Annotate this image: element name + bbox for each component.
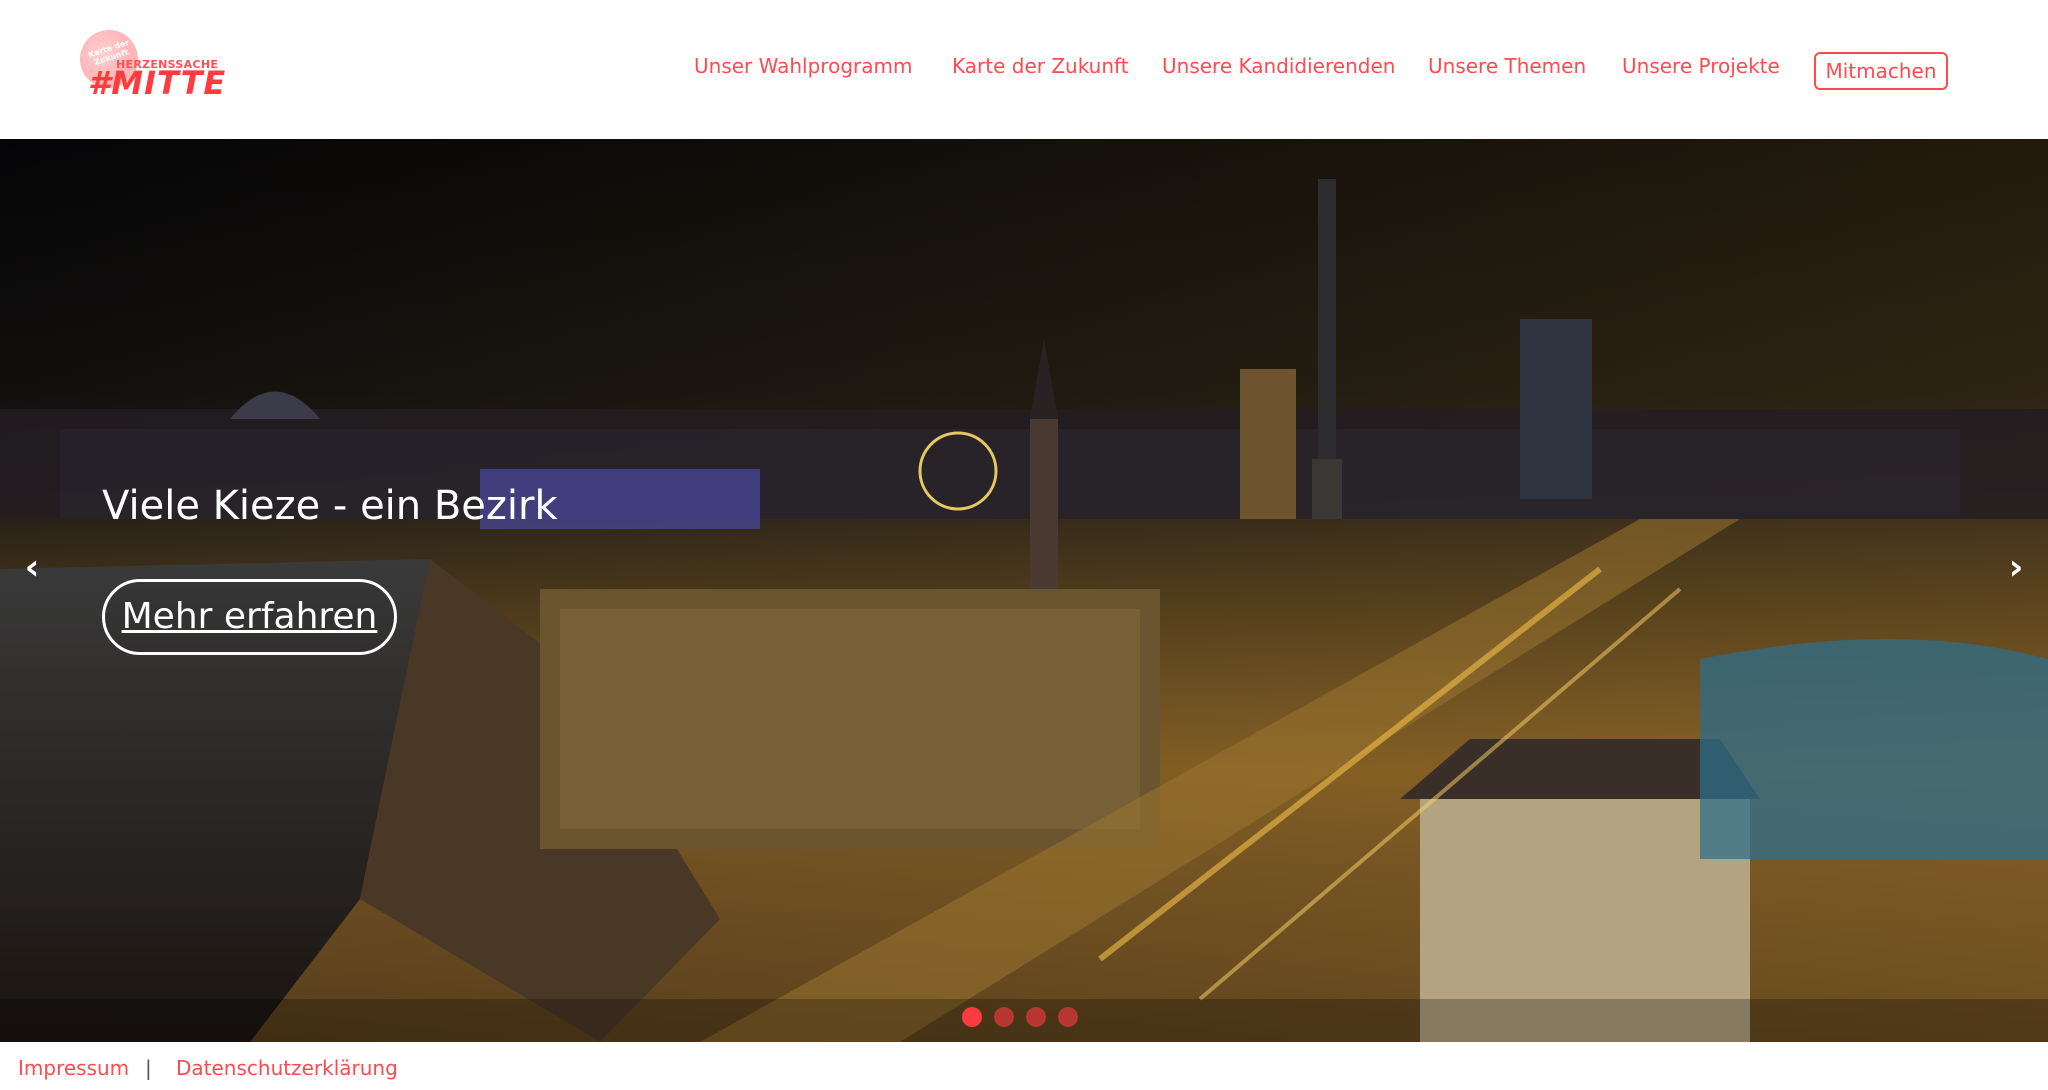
nav-item-karte-der-zukunft[interactable]: Karte der Zukunft (952, 54, 1129, 78)
nav-item-wahlprogramm[interactable]: Unser Wahlprogramm (694, 54, 912, 78)
carousel-next-arrow-icon[interactable]: › (1996, 543, 2036, 593)
site-footer: Impressum | Datenschutzerklärung (0, 1042, 2048, 1090)
main-nav: Unser Wahlprogramm Karte der Zukunft Uns… (0, 50, 2048, 90)
carousel-prev-arrow-icon[interactable]: ‹ (12, 543, 52, 593)
mitmachen-button[interactable]: Mitmachen (1814, 52, 1948, 90)
carousel-indicators (962, 1007, 1082, 1029)
nav-item-projekte[interactable]: Unsere Projekte (1622, 54, 1780, 78)
datenschutz-link[interactable]: Datenschutzerklärung (176, 1056, 398, 1080)
carousel-dot-3[interactable] (1026, 1007, 1046, 1027)
carousel-dot-2[interactable] (994, 1007, 1014, 1027)
carousel-dot-4[interactable] (1058, 1007, 1078, 1027)
hero-title: Viele Kieze - ein Bezirk (102, 483, 558, 529)
carousel-dot-1[interactable] (962, 1007, 982, 1027)
footer-separator: | (145, 1056, 152, 1080)
impressum-link[interactable]: Impressum (18, 1056, 129, 1080)
nav-item-themen[interactable]: Unsere Themen (1428, 54, 1586, 78)
nav-item-kandidierende[interactable]: Unsere Kandidierenden (1162, 54, 1395, 78)
mehr-erfahren-button[interactable]: Mehr erfahren (102, 579, 397, 655)
hero-carousel: Viele Kieze - ein Bezirk Mehr erfahren ‹… (0, 139, 2048, 1042)
site-header: Karte der Zukunft HERZENSSACHE #MITTE Un… (0, 0, 2048, 139)
